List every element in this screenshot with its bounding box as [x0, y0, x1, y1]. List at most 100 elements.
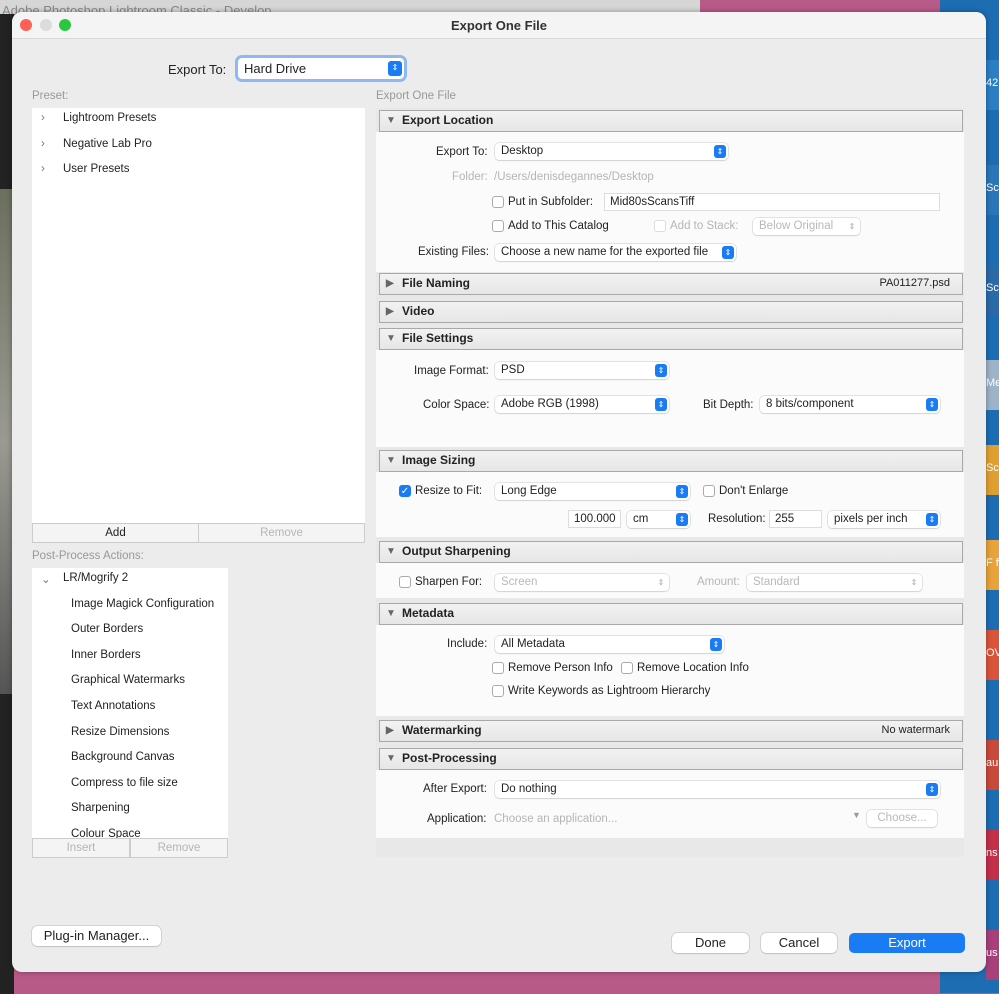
- section-file-settings[interactable]: ▼ File Settings: [379, 328, 963, 350]
- resolution-input[interactable]: 255: [769, 510, 822, 528]
- section-file-naming[interactable]: ▶ File Naming PA011277.psd: [379, 273, 963, 295]
- section-title: File Settings: [402, 331, 474, 345]
- action-item[interactable]: Colour Space: [71, 828, 141, 838]
- remove-action-button[interactable]: Remove: [130, 838, 228, 858]
- after-export-select[interactable]: Do nothing ⇕: [495, 781, 940, 798]
- export-to-select[interactable]: Hard Drive ⇕: [238, 58, 404, 79]
- size-unit-select[interactable]: cm ⇕: [627, 511, 690, 528]
- minimize-button[interactable]: [40, 19, 52, 31]
- section-title: Video: [402, 304, 435, 318]
- chevron-right-icon: ›: [41, 138, 45, 150]
- bit-depth-label: Bit Depth:: [703, 399, 754, 411]
- action-item[interactable]: Resize Dimensions: [71, 726, 169, 738]
- subfolder-label: Put in Subfolder:: [508, 196, 594, 208]
- action-item[interactable]: Inner Borders: [71, 649, 141, 661]
- application-input[interactable]: Choose an application...: [494, 813, 617, 825]
- preset-item-negative-lab[interactable]: › Negative Lab Pro: [41, 138, 152, 150]
- preset-item-label: User Presets: [63, 163, 130, 175]
- action-item[interactable]: Compress to file size: [71, 777, 178, 789]
- add-catalog-checkbox[interactable]: [492, 220, 504, 232]
- desktop-tile: Me: [986, 360, 999, 410]
- section-watermarking[interactable]: ▶ Watermarking No watermark: [379, 720, 963, 742]
- action-item[interactable]: Graphical Watermarks: [71, 674, 185, 686]
- export-location-select[interactable]: Desktop ⇕: [495, 143, 728, 160]
- remove-location-label: Remove Location Info: [637, 662, 749, 674]
- add-stack-checkbox[interactable]: [654, 220, 666, 232]
- remove-person-checkbox[interactable]: [492, 662, 504, 674]
- stack-select[interactable]: Below Original ⇕: [753, 218, 860, 235]
- select-value: cm: [633, 513, 649, 525]
- resize-to-fit-checkbox[interactable]: ✓: [399, 485, 411, 497]
- post-process-label: Post-Process Actions:: [32, 550, 144, 562]
- action-item[interactable]: Background Canvas: [71, 751, 175, 763]
- sharpen-for-select[interactable]: Screen ⇕: [495, 574, 669, 591]
- action-item[interactable]: Sharpening: [71, 802, 130, 814]
- close-button[interactable]: [20, 19, 32, 31]
- choose-application-button[interactable]: Choose...: [867, 810, 937, 827]
- preset-list: › Lightroom Presets › Negative Lab Pro › Us…: [32, 108, 365, 523]
- section-output-sharpening[interactable]: ▼ Output Sharpening: [379, 541, 963, 563]
- select-value: Do nothing: [501, 783, 557, 795]
- existing-files-select[interactable]: Choose a new name for the exported file ⇕: [495, 244, 736, 261]
- amount-select[interactable]: Standard ⇕: [747, 574, 922, 591]
- include-select[interactable]: All Metadata ⇕: [495, 636, 724, 653]
- image-format-select[interactable]: PSD ⇕: [495, 362, 669, 379]
- resize-mode-select[interactable]: Long Edge ⇕: [495, 483, 690, 500]
- section-image-sizing[interactable]: ▼ Image Sizing: [379, 450, 963, 472]
- export-to-label: Export To:: [436, 146, 488, 158]
- section-post-processing[interactable]: ▼ Post-Processing: [379, 748, 963, 770]
- section-metadata[interactable]: ▼ Metadata: [379, 603, 963, 625]
- section-title: File Naming: [402, 276, 471, 290]
- stepper-icon: ⇕: [676, 513, 688, 526]
- color-space-select[interactable]: Adobe RGB (1998) ⇕: [495, 396, 669, 413]
- subfolder-checkbox[interactable]: [492, 196, 504, 208]
- action-group-label: LR/Mogrify 2: [63, 572, 129, 584]
- section-video[interactable]: ▶ Video: [379, 301, 963, 323]
- action-group[interactable]: ⌄ LR/Mogrify 2: [41, 572, 128, 586]
- stepper-icon: ⇕: [710, 638, 722, 651]
- desktop-tile: Sc: [986, 445, 999, 495]
- desktop-tile: 42: [986, 60, 999, 110]
- add-stack-label: Add to Stack:: [670, 220, 739, 232]
- action-item[interactable]: Text Annotations: [71, 700, 155, 712]
- done-button[interactable]: Done: [672, 933, 749, 953]
- export-button[interactable]: Export: [849, 933, 965, 953]
- write-keywords-checkbox[interactable]: [492, 685, 504, 697]
- dont-enlarge-checkbox[interactable]: [703, 485, 715, 497]
- sharpen-for-checkbox[interactable]: [399, 576, 411, 588]
- window-title: Export One File: [12, 12, 986, 39]
- color-space-label: Color Space:: [423, 399, 490, 411]
- cancel-button[interactable]: Cancel: [761, 933, 837, 953]
- select-value: Long Edge: [501, 485, 557, 497]
- remove-preset-button[interactable]: Remove: [198, 523, 365, 543]
- dropdown-arrow-icon[interactable]: ▼: [852, 810, 861, 820]
- insert-action-button[interactable]: Insert: [32, 838, 130, 858]
- chevron-down-icon: ⌄: [41, 574, 51, 586]
- desktop-tile: Sca: [986, 265, 999, 315]
- preset-item-lightroom[interactable]: › Lightroom Presets: [41, 112, 156, 124]
- export-to-value: Hard Drive: [244, 61, 307, 76]
- section-title: Watermarking: [402, 723, 482, 737]
- desktop-tile: us no: [986, 930, 999, 980]
- select-value: All Metadata: [501, 638, 565, 650]
- bit-depth-select[interactable]: 8 bits/component ⇕: [760, 396, 940, 413]
- disclosure-open-icon: ▼: [386, 608, 396, 619]
- action-item[interactable]: Image Magick Configuration: [71, 598, 214, 610]
- chevron-right-icon: ›: [41, 112, 45, 124]
- select-value: 8 bits/component: [766, 398, 854, 410]
- subfolder-input[interactable]: Mid80sScansTiff: [604, 193, 940, 211]
- amount-label: Amount:: [697, 576, 740, 588]
- add-preset-button[interactable]: Add: [32, 523, 199, 543]
- resolution-unit-select[interactable]: pixels per inch ⇕: [828, 511, 940, 528]
- preset-item-user[interactable]: › User Presets: [41, 163, 129, 175]
- stepper-icon: ⇕: [714, 145, 726, 158]
- plugin-manager-button[interactable]: Plug-in Manager...: [32, 926, 161, 946]
- action-item[interactable]: Outer Borders: [71, 623, 143, 635]
- size-input[interactable]: 100.000: [568, 510, 621, 528]
- desktop-tile: ns: [986, 830, 999, 880]
- stepper-icon: ⇕: [926, 513, 938, 526]
- maximize-button[interactable]: [59, 19, 71, 31]
- select-value: Screen: [501, 576, 538, 588]
- remove-location-checkbox[interactable]: [621, 662, 633, 674]
- section-export-location[interactable]: ▼ Export Location: [379, 110, 963, 132]
